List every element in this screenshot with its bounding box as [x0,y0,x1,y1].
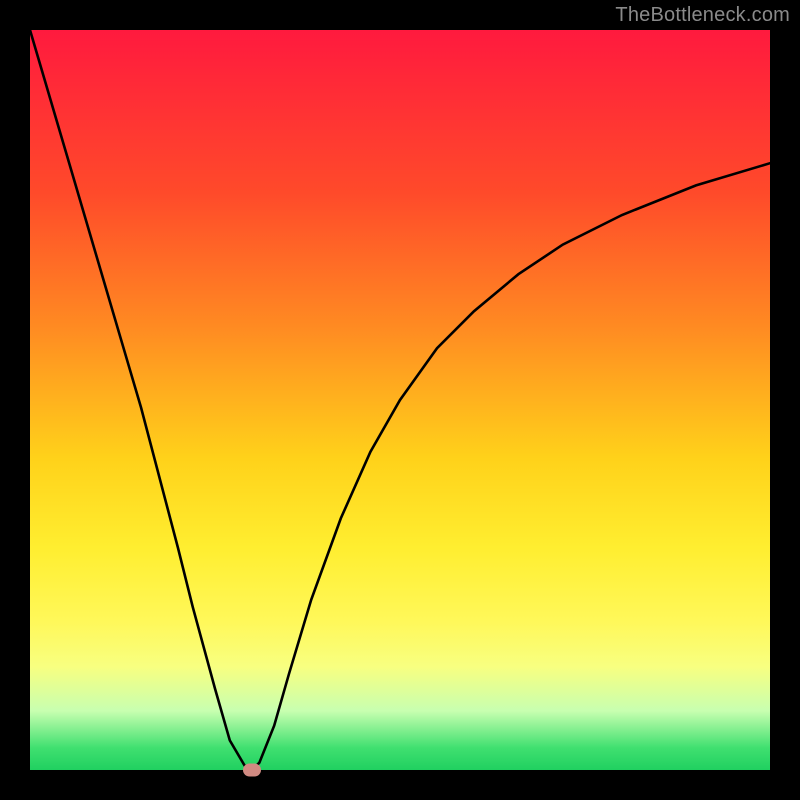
plot-area [30,30,770,770]
bottleneck-curve-path [30,30,770,770]
curve-svg [30,30,770,770]
watermark-text: TheBottleneck.com [615,4,790,27]
chart-frame: TheBottleneck.com [0,0,800,800]
minimum-marker [243,764,261,777]
